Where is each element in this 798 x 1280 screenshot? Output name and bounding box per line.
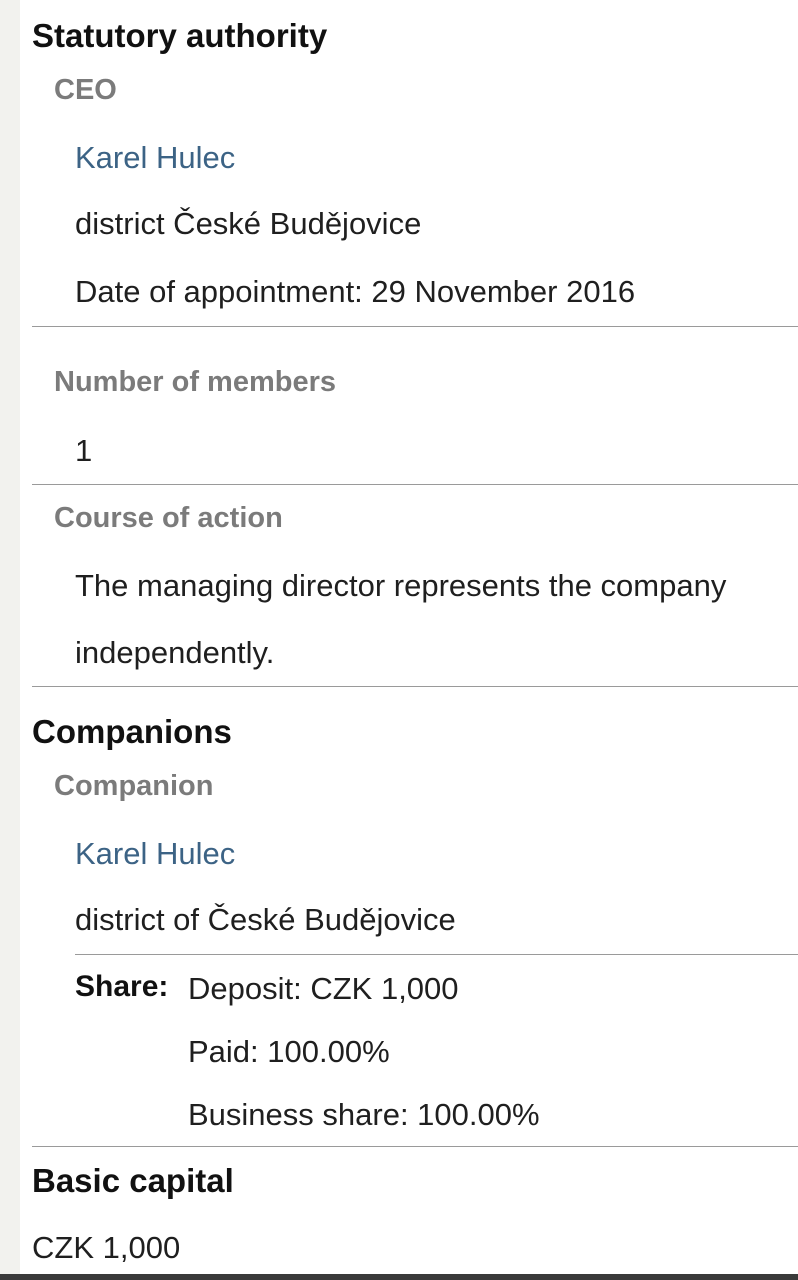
role-heading-ceo: CEO (54, 74, 117, 106)
basic-capital-value: CZK 1,000 (32, 1230, 181, 1265)
bottom-edge-bar (0, 1274, 798, 1280)
section-heading-statutory-authority: Statutory authority (32, 17, 328, 54)
company-detail-page: Statutory authority CEO Karel Hulec dist… (20, 0, 798, 1274)
ceo-district: district České Budějovice (75, 206, 422, 241)
share-paid: Paid: 100.00% (188, 1034, 390, 1069)
divider (32, 484, 798, 485)
section-heading-basic-capital: Basic capital (32, 1162, 234, 1199)
divider (32, 686, 798, 687)
course-of-action-heading: Course of action (54, 502, 283, 534)
companion-district: district of České Budějovice (75, 902, 456, 937)
share-deposit: Deposit: CZK 1,000 (188, 971, 459, 1006)
ceo-name-link[interactable]: Karel Hulec (75, 142, 235, 173)
divider (75, 954, 798, 955)
course-of-action-text-line2: independently. (75, 635, 275, 670)
divider (32, 1146, 798, 1147)
members-value: 1 (75, 433, 93, 468)
role-heading-companion: Companion (54, 770, 214, 802)
share-label: Share: (75, 970, 169, 1003)
section-heading-companions: Companions (32, 713, 232, 750)
divider (32, 326, 798, 327)
members-heading: Number of members (54, 366, 337, 398)
ceo-appointment-date: Date of appointment: 29 November 2016 (75, 274, 636, 309)
share-business: Business share: 100.00% (188, 1097, 540, 1132)
course-of-action-text-line1: The managing director represents the com… (75, 568, 727, 603)
companion-name-link[interactable]: Karel Hulec (75, 838, 235, 869)
